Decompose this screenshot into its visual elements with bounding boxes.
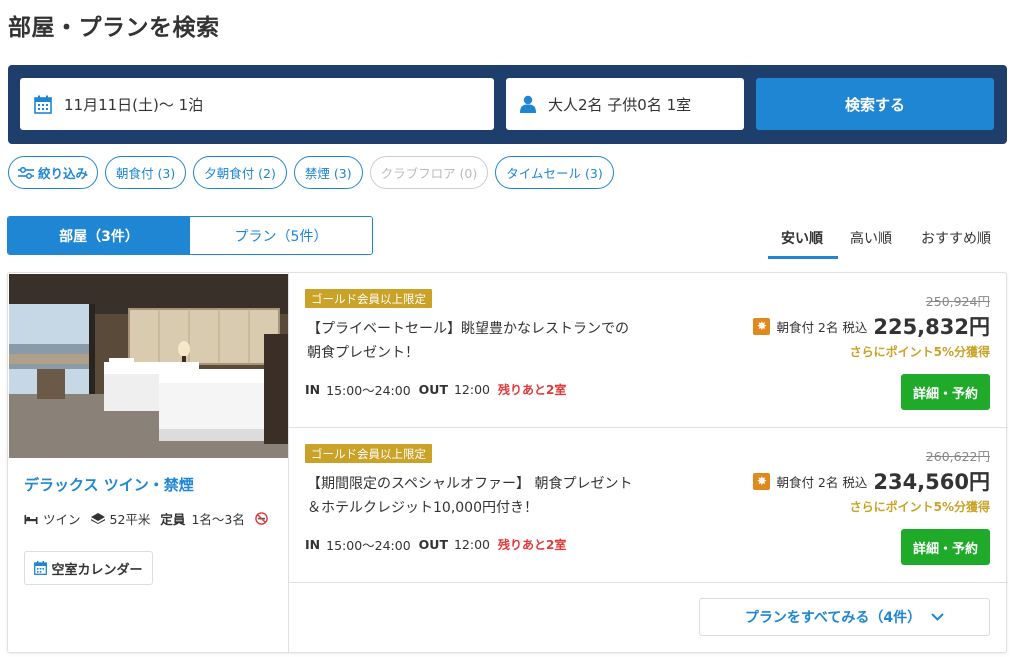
chip-time-sale[interactable]: タイムセール (3)	[495, 156, 614, 189]
checkout-label: OUT	[418, 537, 448, 552]
points-info: さらにポイント5%分獲得	[849, 345, 990, 359]
plan-title-line: 【期間限定のスペシャルオファー】 朝食プレゼント	[307, 476, 633, 492]
room-photo-image	[9, 274, 288, 458]
person-icon	[520, 95, 536, 113]
bed-icon	[24, 515, 38, 524]
tab-rooms[interactable]: 部屋（3件）	[8, 217, 190, 254]
checkin-label: IN	[305, 537, 321, 552]
room-name[interactable]: デラックス ツイン・禁煙	[24, 474, 194, 495]
date-value: 11月11日(土)〜 1泊	[64, 95, 204, 114]
detail-reserve-button[interactable]: 詳細・予約	[901, 529, 990, 565]
original-price: 260,622円	[925, 449, 990, 464]
availability-calendar-label: 空室カレンダー	[51, 562, 143, 578]
room-meta: ツイン 52平米 定員 1名〜3名	[24, 509, 273, 528]
plan-title-line: 朝食プレゼント！	[307, 345, 419, 361]
floor-area-icon	[90, 513, 105, 524]
checkout-time: 12:00	[453, 537, 491, 552]
plan-title[interactable]: 【プライベートセール】眺望豊かなレストランでの 朝食プレゼント！	[307, 317, 667, 365]
checkin-time: 15:00〜24:00	[326, 383, 411, 398]
chip-breakfast[interactable]: 朝食付 (3)	[105, 156, 187, 189]
sliders-icon	[18, 166, 34, 179]
original-price: 250,924円	[925, 294, 990, 309]
room-area: 52平米	[109, 512, 151, 527]
availability-calendar-button[interactable]: 空室カレンダー	[24, 551, 153, 585]
member-badge: ゴールド会員以上限定	[305, 289, 432, 308]
plan-item: ゴールド会員以上限定 【プライベートセール】眺望豊かなレストランでの 朝食プレゼ…	[289, 273, 1008, 428]
price-row: ✸ 朝食付 2名 税込 234,560円	[753, 466, 990, 496]
tab-plans[interactable]: プラン（5件）	[190, 217, 372, 254]
member-badge: ゴールド会員以上限定	[305, 444, 432, 463]
rooms-remaining: 残りあと2室	[498, 383, 567, 397]
area-info: 52平米	[90, 509, 151, 528]
see-all-plans-label: プランをすべてみる（4件）	[744, 610, 922, 626]
guests-value: 大人2名 子供0名 1室	[548, 95, 692, 114]
chevron-down-icon	[931, 613, 944, 621]
sort-highest[interactable]: 高い順	[850, 228, 892, 248]
bed-type: ツイン	[43, 512, 81, 527]
plan-list: ゴールド会員以上限定 【プライベートセール】眺望豊かなレストランでの 朝食プレゼ…	[288, 273, 1008, 652]
room-card: デラックス ツイン・禁煙 ツイン 52平米 定員 1名〜3名 空室カレンダー ゴ…	[7, 272, 1008, 653]
search-bar: 11月11日(土)〜 1泊 大人2名 子供0名 1室 検索する	[8, 65, 1007, 144]
calendar-icon	[34, 95, 52, 114]
plan-price: 225,832円	[873, 315, 990, 339]
breakfast-icon: ✸	[753, 317, 771, 335]
meal-guest-info: 朝食付 2名 税込	[776, 474, 868, 490]
price-row: ✸ 朝食付 2名 税込 225,832円	[753, 311, 990, 341]
checkout-time: 12:00	[453, 382, 491, 397]
room-capacity: 1名〜3名	[191, 512, 245, 527]
see-all-plans-button[interactable]: プランをすべてみる（4件）	[699, 598, 990, 636]
filter-chips: 絞り込み 朝食付 (3) 夕朝食付 (2) 禁煙 (3) クラブフロア (0) …	[8, 156, 614, 189]
checkin-label: IN	[305, 382, 321, 397]
capacity-label: 定員	[160, 512, 186, 527]
meal-guest-info: 朝食付 2名 税込	[776, 319, 868, 335]
plan-times: IN 15:00〜24:00 OUT 12:00 残りあと2室	[305, 380, 566, 399]
sort-active-indicator	[768, 256, 838, 259]
plan-item: ゴールド会員以上限定 【期間限定のスペシャルオファー】 朝食プレゼント ＆ホテル…	[289, 428, 1008, 583]
page-title: 部屋・プランを検索	[8, 15, 220, 41]
date-field[interactable]: 11月11日(土)〜 1泊	[20, 78, 494, 130]
room-photo[interactable]	[9, 274, 288, 458]
breakfast-icon: ✸	[753, 472, 771, 490]
rooms-remaining: 残りあと2室	[498, 538, 567, 552]
sort-recommended[interactable]: おすすめ順	[921, 228, 991, 248]
bed-info: ツイン	[24, 509, 81, 528]
plan-times: IN 15:00〜24:00 OUT 12:00 残りあと2室	[305, 535, 566, 554]
plan-price: 234,560円	[873, 470, 990, 494]
checkin-time: 15:00〜24:00	[326, 538, 411, 553]
detail-reserve-button[interactable]: 詳細・予約	[901, 374, 990, 410]
sort-cheapest[interactable]: 安い順	[781, 228, 823, 248]
chip-non-smoking[interactable]: 禁煙 (3)	[293, 156, 363, 189]
checkout-label: OUT	[418, 382, 448, 397]
plan-title[interactable]: 【期間限定のスペシャルオファー】 朝食プレゼント ＆ホテルクレジット10,000…	[307, 472, 667, 520]
guests-field[interactable]: 大人2名 子供0名 1室	[506, 78, 744, 130]
plan-title-line: 【プライベートセール】眺望豊かなレストランでの	[307, 321, 629, 337]
points-info: さらにポイント5%分獲得	[849, 500, 990, 514]
plan-title-line: ＆ホテルクレジット10,000円付き！	[307, 500, 538, 516]
chip-dinner-breakfast[interactable]: 夕朝食付 (2)	[193, 156, 287, 189]
chip-club-floor: クラブフロア (0)	[369, 156, 489, 189]
result-tabs: 部屋（3件） プラン（5件）	[7, 216, 373, 255]
refine-filter-label: 絞り込み	[38, 166, 89, 181]
calendar-icon	[34, 561, 48, 575]
refine-filter-button[interactable]: 絞り込み	[8, 156, 99, 189]
search-button[interactable]: 検索する	[756, 78, 994, 130]
no-smoking-icon	[255, 512, 268, 525]
